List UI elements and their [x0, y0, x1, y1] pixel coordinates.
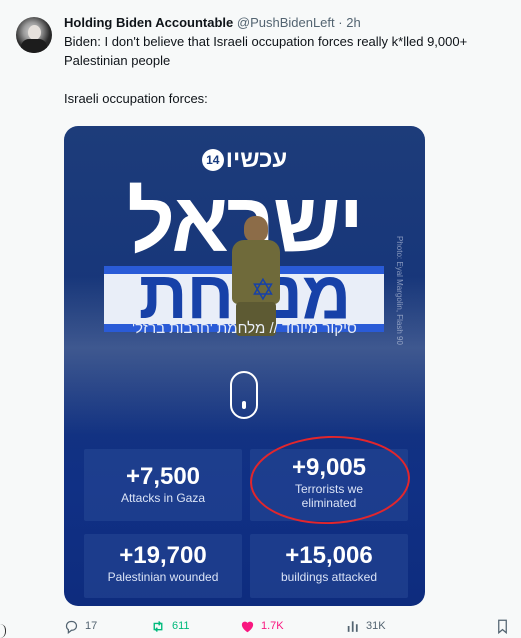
author-handle[interactable]: @PushBidenLeft	[237, 15, 335, 30]
avatar[interactable]	[16, 17, 52, 53]
bookmark-button[interactable]	[496, 616, 509, 636]
bookmark-icon	[498, 619, 507, 634]
tweet[interactable]: Holding Biden Accountable @PushBidenLeft…	[0, 0, 521, 638]
separator-dot: ·	[338, 15, 343, 30]
like-button[interactable]: 1.7K	[240, 616, 284, 636]
retweet-icon	[153, 620, 163, 632]
reply-icon	[65, 620, 78, 634]
views-count: 31K	[366, 620, 386, 632]
scroll-wheel	[242, 401, 246, 409]
avatar-face	[28, 25, 41, 40]
stat-value: +15,006	[285, 542, 373, 569]
tweet-text-line: Israeli occupation forces:	[64, 91, 208, 106]
channel-name: עכשיו	[225, 146, 288, 173]
avatar-suit	[21, 39, 47, 53]
author-name[interactable]: Holding Biden Accountable	[64, 15, 233, 30]
partial-annotation-stroke	[0, 624, 6, 638]
reply-count: 17	[85, 620, 98, 632]
views-button[interactable]: 31K	[346, 616, 386, 636]
heart-icon	[241, 621, 254, 633]
soldier-head	[244, 216, 268, 242]
reply-button[interactable]: 17	[64, 616, 97, 636]
tweet-text: Biden: I don't believe that Israeli occu…	[64, 32, 514, 108]
tweet-image[interactable]: 14עכשיו ישראל מנצחת ✡ סיקור מיוחד // מלח…	[64, 126, 425, 606]
stat-label: buildings attacked	[280, 570, 378, 584]
stat-card: +15,006 buildings attacked	[250, 534, 408, 598]
tweet-header: Holding Biden Accountable @PushBidenLeft…	[64, 14, 361, 32]
tweet-time[interactable]: 2h	[346, 15, 360, 30]
stat-label: Palestinian wounded	[107, 570, 219, 584]
retweet-button[interactable]: 611	[150, 616, 190, 636]
retweet-count: 611	[172, 620, 190, 632]
stat-card: +19,700 Palestinian wounded	[84, 534, 242, 598]
like-count: 1.7K	[261, 620, 284, 632]
tweet-text-line: Biden: I don't believe that Israeli occu…	[64, 34, 468, 68]
photo-credit: Photo: Eyal Margolin, Flash 90	[395, 236, 404, 345]
image-subtitle: סיקור מיוחד // מלחמת 'חרבות ברזל'	[132, 320, 357, 337]
channel-logo: 14 עכשיו	[64, 146, 425, 174]
scroll-mouse-icon	[230, 371, 258, 419]
star-of-david-icon: ✡	[250, 274, 276, 307]
stat-card: +7,500 Attacks in Gaza	[84, 449, 242, 521]
tweet-actions: 17 611 1.7K 31K	[64, 616, 514, 636]
stat-value: +19,700	[119, 542, 207, 569]
stat-value: +7,500	[125, 463, 201, 490]
views-icon	[347, 621, 358, 632]
channel-number-badge: 14	[201, 149, 224, 171]
stat-label: Attacks in Gaza	[120, 491, 206, 505]
